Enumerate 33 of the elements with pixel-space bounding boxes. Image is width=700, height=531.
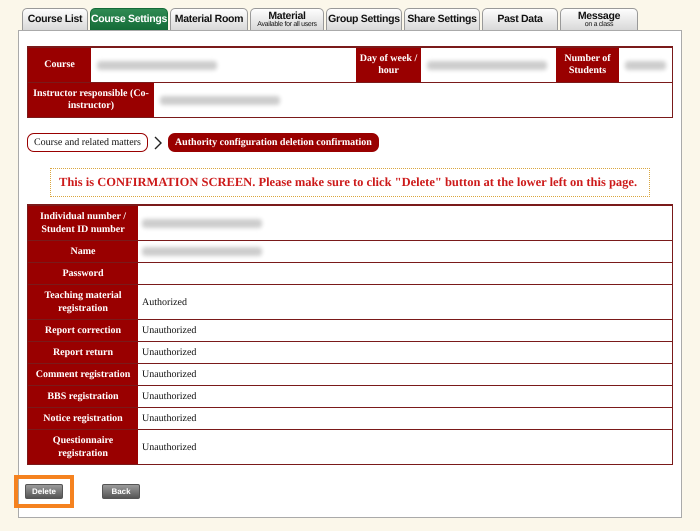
breadcrumb-item[interactable]: Course and related matters <box>27 133 148 152</box>
field-label: Individual number / Student ID number <box>28 206 138 240</box>
chevron-icon <box>152 136 163 150</box>
confirmation-notice: This is CONFIRMATION SCREEN. Please make sure to click "Delete" button at the lower left on this page. <box>59 175 638 190</box>
field-value: Unauthorized <box>142 325 196 336</box>
field-value: Unauthorized <box>142 347 196 358</box>
action-button[interactable]: Back <box>102 484 140 499</box>
breadcrumb-item[interactable]: Authority configuration deletion confirmation <box>168 133 379 152</box>
action-button[interactable]: Delete <box>25 484 63 499</box>
field-value: Unauthorized <box>142 442 196 452</box>
field-label: BBS registration <box>28 386 138 407</box>
field-value: Unauthorized <box>142 413 196 424</box>
tab[interactable]: Course Settings <box>90 8 168 30</box>
field-label: Password <box>28 263 138 284</box>
field-value: Authorized <box>142 296 187 308</box>
field-label: Instructor responsible (Co-instructor) <box>28 83 154 117</box>
field-label: Comment registration <box>28 364 138 385</box>
field-label: Course <box>28 48 91 82</box>
tab[interactable]: Past Data <box>482 8 558 30</box>
field-label: Name <box>28 241 138 262</box>
field-label: Day of week / hour <box>356 48 421 82</box>
tab[interactable]: Share Settings <box>404 8 480 30</box>
field-label: Teaching material registration <box>28 285 138 319</box>
field-label: Report return <box>28 342 138 363</box>
tab[interactable]: Material Room <box>170 8 248 30</box>
tab[interactable]: Group Settings <box>326 8 402 30</box>
field-value: Unauthorized <box>142 391 196 402</box>
field-label: Questionnaire registration <box>28 430 138 464</box>
field-value: Unauthorized <box>142 369 196 380</box>
field-label: Number of Students <box>556 48 619 82</box>
field-label: Notice registration <box>28 408 138 429</box>
field-label: Report correction <box>28 320 138 341</box>
tab[interactable]: Course List <box>22 8 88 30</box>
